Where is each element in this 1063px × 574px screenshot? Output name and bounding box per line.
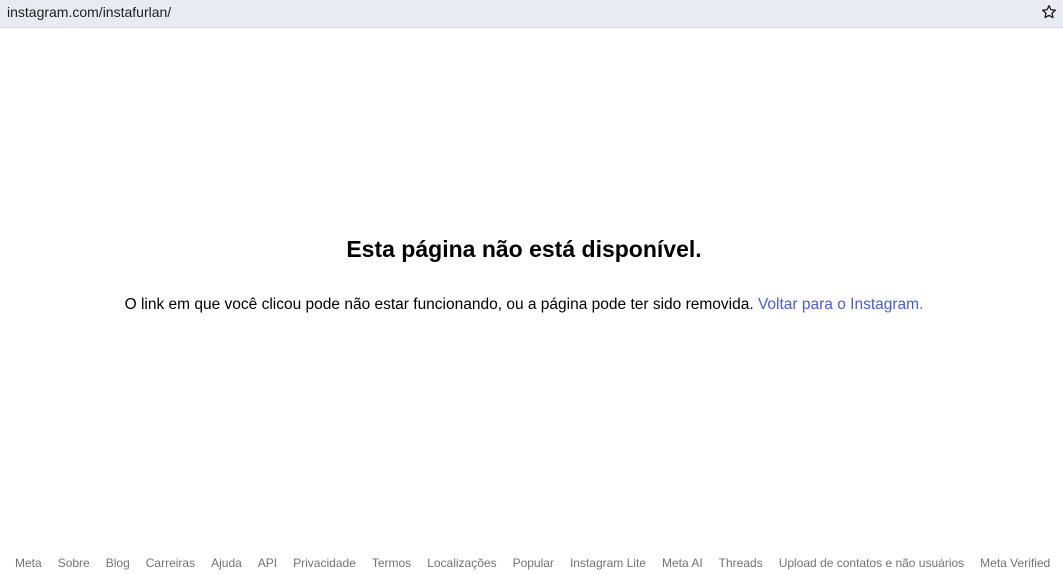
footer-link-termos[interactable]: Termos	[372, 556, 411, 570]
footer-link-popular[interactable]: Popular	[513, 556, 554, 570]
footer-link-meta[interactable]: Meta	[15, 556, 42, 570]
footer-link-carreiras[interactable]: Carreiras	[146, 556, 195, 570]
footer-link-localizacoes[interactable]: Localizações	[427, 556, 496, 570]
footer-link-privacidade[interactable]: Privacidade	[293, 556, 356, 570]
url-field[interactable]: instagram.com/instafurlan/	[7, 4, 171, 20]
footer-link-ajuda[interactable]: Ajuda	[211, 556, 242, 570]
footer-link-blog[interactable]: Blog	[106, 556, 130, 570]
footer-link-threads[interactable]: Threads	[719, 556, 763, 570]
address-bar: instagram.com/instafurlan/	[0, 0, 1063, 28]
error-message: O link em que você clicou pode não estar…	[0, 296, 1048, 314]
footer-links: Meta Sobre Blog Carreiras Ajuda API Priv…	[15, 556, 1050, 570]
footer-link-instagram-lite[interactable]: Instagram Lite	[570, 556, 646, 570]
error-message-text: O link em que você clicou pode não estar…	[124, 296, 754, 313]
back-to-instagram-link[interactable]: Voltar para o Instagram.	[758, 296, 923, 313]
footer-link-meta-ai[interactable]: Meta AI	[662, 556, 703, 570]
footer-link-upload-contatos[interactable]: Upload de contatos e não usuários	[779, 556, 964, 570]
footer-link-sobre[interactable]: Sobre	[58, 556, 90, 570]
star-icon[interactable]	[1041, 4, 1057, 20]
page-title: Esta página não está disponível.	[346, 236, 702, 262]
footer-link-meta-verified[interactable]: Meta Verified	[980, 556, 1050, 570]
footer-link-api[interactable]: API	[258, 556, 277, 570]
